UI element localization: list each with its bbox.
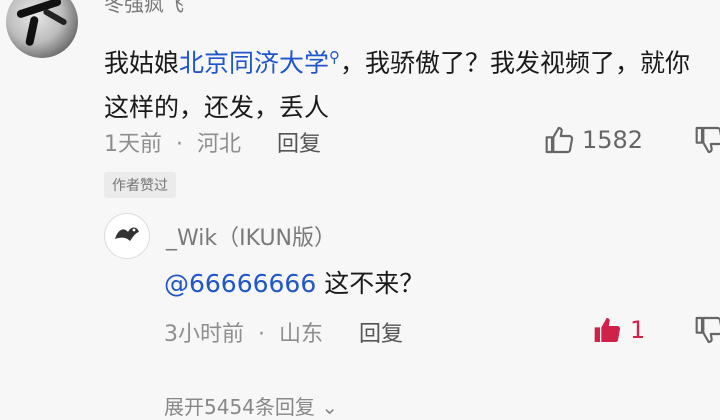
comment-prefix: 我姑娘 bbox=[104, 48, 180, 78]
reply-username[interactable]: _Wik（IKUN版） bbox=[166, 220, 336, 252]
comment-location: 河北 bbox=[197, 132, 242, 157]
dislike-button[interactable] bbox=[694, 124, 720, 160]
reply-avatar[interactable] bbox=[104, 213, 150, 259]
like-icon bbox=[545, 126, 574, 154]
dislike-icon bbox=[695, 126, 720, 154]
reply-like-button[interactable]: 1 bbox=[592, 314, 645, 346]
expand-label: 展开5454条回复 bbox=[164, 395, 315, 419]
comment-meta: 1天前 · 河北 回复 bbox=[104, 132, 322, 157]
reply-like-count: 1 bbox=[630, 316, 646, 344]
reply-button[interactable]: 回复 bbox=[277, 132, 321, 157]
username[interactable]: 冬强疯飞 bbox=[104, 0, 184, 17]
dislike-icon bbox=[695, 316, 720, 344]
mention-link[interactable]: @66666666 bbox=[164, 269, 316, 298]
liked-icon bbox=[594, 318, 621, 342]
school-link[interactable]: 北京同济大学 bbox=[179, 48, 329, 77]
comment-time: 1天前 bbox=[104, 132, 162, 157]
reply-reply-button[interactable]: 回复 bbox=[359, 322, 403, 347]
comment-text: 我姑娘北京同济大学⚲，我骄傲了？我发视频了，就你这样的，还发，丢人 bbox=[104, 35, 704, 130]
like-button[interactable]: 1582 bbox=[544, 124, 643, 156]
reply-time: 3小时前 bbox=[164, 322, 244, 347]
like-count: 1582 bbox=[582, 126, 644, 154]
reply-location: 山东 bbox=[279, 322, 324, 347]
chevron-down-icon: ⌄ bbox=[321, 395, 339, 419]
reply-text: @66666666 这不来？ bbox=[164, 264, 424, 300]
reply-body: 这不来？ bbox=[316, 269, 425, 298]
search-icon[interactable]: ⚲ bbox=[329, 48, 340, 66]
expand-replies-button[interactable]: 展开5454条回复 ⌄ bbox=[164, 391, 338, 420]
reply-dislike-button[interactable] bbox=[694, 314, 720, 350]
author-liked-badge: 作者赞过 bbox=[104, 172, 176, 198]
avatar[interactable] bbox=[6, 0, 78, 58]
reply-meta: 3小时前 · 山东 回复 bbox=[164, 322, 404, 347]
